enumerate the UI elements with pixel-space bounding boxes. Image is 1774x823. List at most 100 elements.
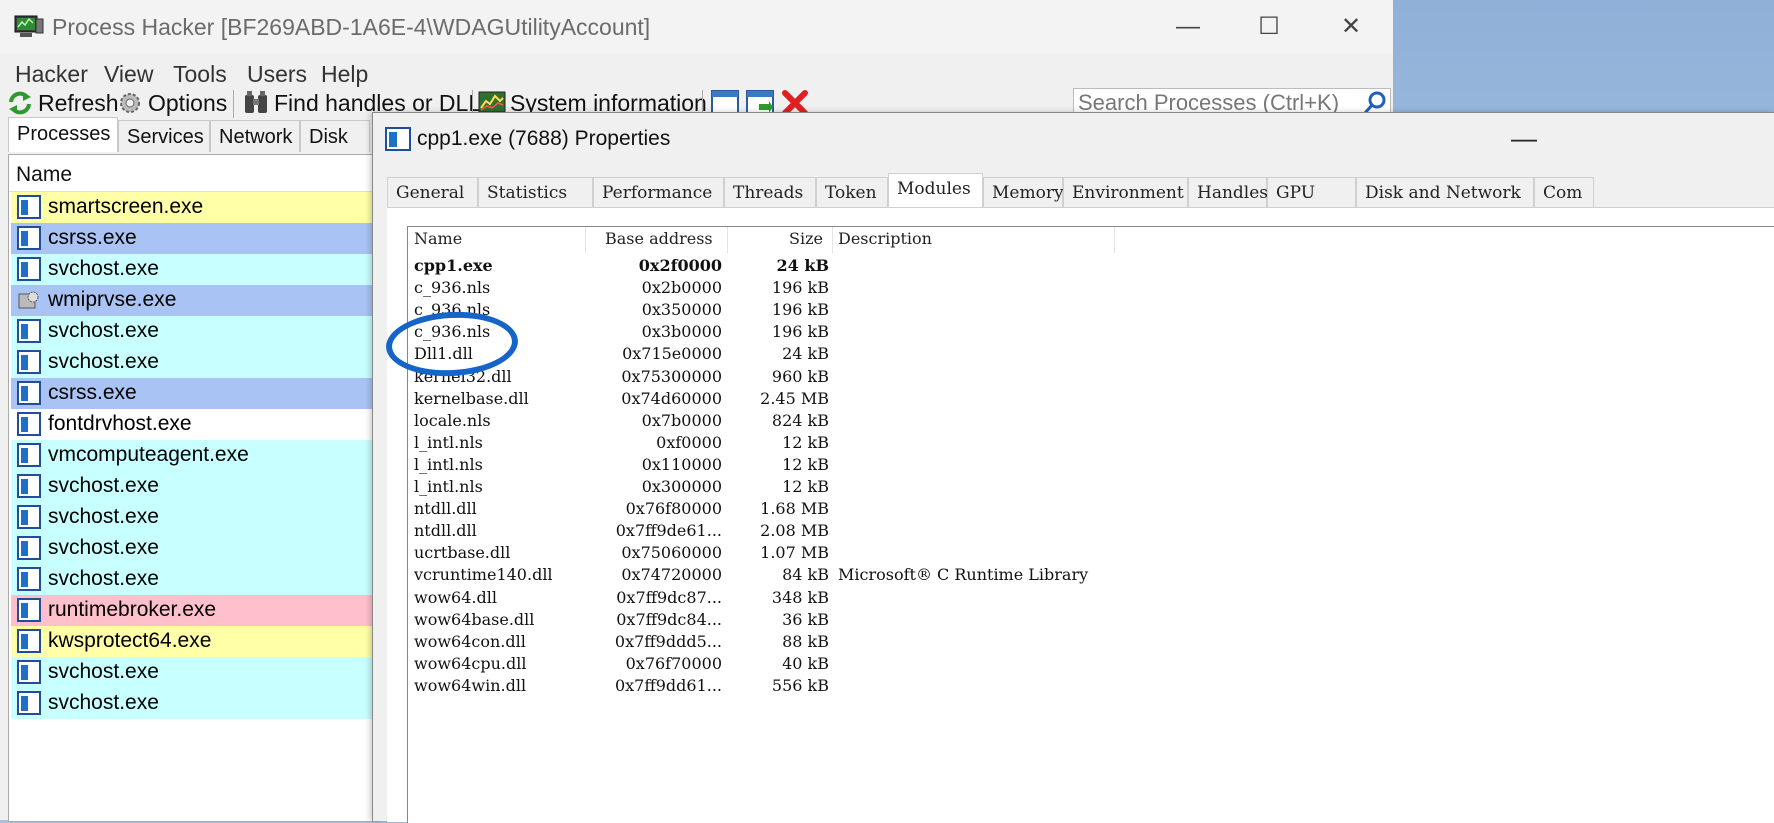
module-size: 960 kB [771,366,829,386]
process-row[interactable]: runtimebroker.exe [11,595,379,626]
module-row[interactable]: cpp1.exe 0x2f0000 24 kB [408,255,1774,277]
exe-icon [17,350,41,374]
tab-processes[interactable]: Processes [8,117,118,152]
minimize-button[interactable]: — [1168,10,1208,44]
process-row[interactable]: wmiprvse.exe [11,285,379,316]
module-size: 12 kB [782,432,829,452]
module-name: wow64cpu.dll [414,653,527,673]
process-row[interactable]: svchost.exe [11,533,379,564]
module-row[interactable]: kernel32.dll 0x75300000 960 kB [408,366,1774,388]
module-base-address: 0x350000 [641,300,722,320]
name-column-header[interactable]: Name [414,229,462,248]
menu-users[interactable]: Users [247,61,307,88]
module-row[interactable]: l_intl.nls 0xf0000 12 kB [408,432,1774,454]
tab-statistics[interactable]: Statistics [478,177,593,209]
process-row[interactable]: csrss.exe [11,223,379,254]
module-row[interactable]: vcruntime140.dll 0x74720000 84 kB Microsoft… [408,564,1774,586]
description-column-header[interactable]: Description [838,229,932,248]
options-button[interactable]: Options [116,88,227,118]
tab-com[interactable]: Com [1534,177,1594,209]
module-base-address: 0x300000 [641,477,722,496]
column-divider[interactable] [832,227,833,253]
module-row[interactable]: wow64con.dll 0x7ff9ddd5... 88 kB [408,631,1774,653]
module-row[interactable]: c_936.nls 0x2b0000 196 kB [408,277,1774,299]
tab-disk-and-network[interactable]: Disk and Network [1356,177,1534,209]
title-bar[interactable]: Process Hacker [BF269ABD-1A6E-4\WDAGUtil… [0,0,1393,53]
process-row[interactable]: fontdrvhost.exe [11,409,379,440]
process-list-header[interactable]: Name [9,157,379,192]
process-row[interactable]: vmcomputeagent.exe [11,440,379,471]
menu-hacker[interactable]: Hacker [15,61,88,88]
tab-gpu[interactable]: GPU [1267,177,1356,209]
module-size: 88 kB [782,631,829,651]
tab-environment[interactable]: Environment [1063,177,1188,209]
module-row[interactable]: ntdll.dll 0x76f80000 1.68 MB [408,498,1774,520]
tab-handles[interactable]: Handles [1188,177,1268,209]
process-row[interactable]: svchost.exe [11,657,379,688]
base-address-column-header[interactable]: Base address [605,229,713,248]
tab-general[interactable]: General [387,177,478,209]
tab-modules[interactable]: Modules [888,173,983,209]
process-name: wmiprvse.exe [48,288,177,311]
module-base-address: 0x75060000 [621,543,722,563]
column-divider[interactable] [727,227,728,253]
process-row[interactable]: svchost.exe [11,316,379,347]
module-base-address: 0x74d60000 [621,388,722,408]
module-base-address: 0x2f0000 [638,256,722,275]
exe-icon [17,381,41,405]
module-row[interactable]: c_936.nls 0x3b0000 196 kB [408,321,1774,343]
process-row[interactable]: svchost.exe [11,471,379,502]
column-divider[interactable] [585,227,586,253]
module-row[interactable]: ucrtbase.dll 0x75060000 1.07 MB [408,542,1774,564]
tab-disk[interactable]: Disk [300,120,370,152]
module-name: kernelbase.dll [414,388,529,408]
menu-view[interactable]: View [104,61,153,88]
menu-help[interactable]: Help [321,61,368,88]
process-name: vmcomputeagent.exe [48,443,249,466]
process-row[interactable]: svchost.exe [11,347,379,378]
module-row[interactable]: kernelbase.dll 0x74d60000 2.45 MB [408,388,1774,410]
tab-performance[interactable]: Performance [593,177,724,209]
module-base-address: 0x7ff9ddd5... [614,631,722,651]
options-label: Options [148,89,228,116]
module-row[interactable]: wow64.dll 0x7ff9dc87... 348 kB [408,587,1774,609]
process-row[interactable]: kwsprotect64.exe [11,626,379,657]
process-row[interactable]: svchost.exe [11,254,379,285]
toolbar-separator [233,90,234,118]
module-row[interactable]: c_936.nls 0x350000 196 kB [408,299,1774,321]
tab-token[interactable]: Token [816,177,888,209]
tab-threads[interactable]: Threads [724,177,816,209]
module-row[interactable]: wow64base.dll 0x7ff9dc84... 36 kB [408,609,1774,631]
column-divider[interactable] [1114,227,1115,253]
process-row[interactable]: svchost.exe [11,502,379,533]
modules-table[interactable]: Name Base address Size Description cpp1.… [407,226,1774,823]
maximize-button[interactable]: ☐ [1249,10,1289,44]
module-size: 196 kB [771,278,829,298]
process-list[interactable]: Name smartscreen.exe csrss.exe svchost.exe… [8,154,380,822]
process-row[interactable]: svchost.exe [11,564,379,595]
module-row[interactable]: l_intl.nls 0x300000 12 kB [408,476,1774,498]
module-size: 24 kB [782,344,829,364]
close-button[interactable]: ✕ [1331,10,1371,44]
module-row[interactable]: wow64win.dll 0x7ff9dd61... 556 kB [408,675,1774,697]
refresh-button[interactable]: Refresh [6,88,119,118]
module-row[interactable]: locale.nls 0x7b0000 824 kB [408,410,1774,432]
module-row[interactable]: ntdll.dll 0x7ff9de61... 2.08 MB [408,520,1774,542]
dialog-minimize-button[interactable]: — [1511,123,1537,154]
tab-services[interactable]: Services [118,120,210,152]
module-size: 2.45 MB [760,388,829,408]
exe-icon [17,443,41,467]
process-row[interactable]: svchost.exe [11,688,379,719]
module-row[interactable]: Dll1.dll 0x715e0000 24 kB [408,343,1774,365]
module-row[interactable]: l_intl.nls 0x110000 12 kB [408,454,1774,476]
tab-memory[interactable]: Memory [983,177,1064,209]
menu-tools[interactable]: Tools [173,61,227,88]
size-column-header[interactable]: Size [789,229,823,248]
process-row[interactable]: smartscreen.exe [11,192,379,223]
refresh-label: Refresh [38,89,119,116]
module-size: 40 kB [782,653,829,673]
process-row[interactable]: csrss.exe [11,378,379,409]
tab-network[interactable]: Network [210,120,300,152]
exe-icon [17,536,41,560]
module-row[interactable]: wow64cpu.dll 0x76f70000 40 kB [408,653,1774,675]
